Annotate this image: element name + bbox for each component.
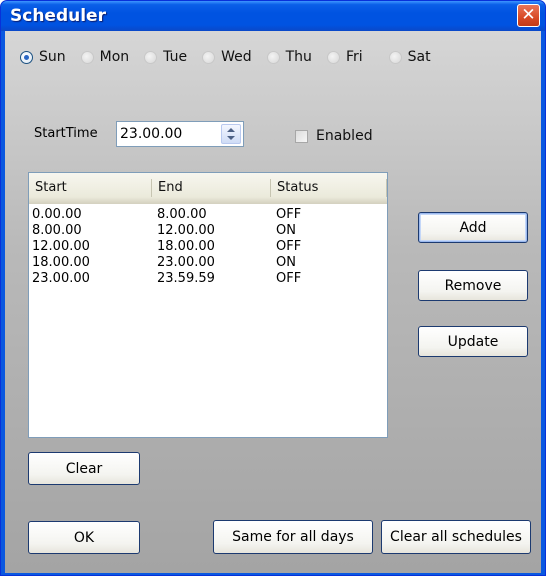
cell-end: 23.00.00: [157, 255, 215, 270]
add-button[interactable]: Add: [418, 212, 528, 243]
cell-end: 23.59.59: [157, 271, 215, 286]
enabled-checkbox[interactable]: Enabled: [295, 128, 373, 144]
radio-sun-label: Sun: [39, 49, 66, 65]
close-icon: ✕: [521, 5, 536, 25]
start-time-input[interactable]: [120, 125, 216, 143]
cell-end: 12.00.00: [157, 223, 215, 238]
table-row[interactable]: 23.00.00 23.59.59 OFF: [29, 271, 387, 287]
title-bar[interactable]: Scheduler ✕: [1, 1, 545, 31]
list-body: 0.00.00 8.00.00 OFF 8.00.00 12.00.00 ON …: [29, 207, 387, 287]
radio-wed-label: Wed: [221, 49, 252, 65]
radio-fri[interactable]: Fri: [326, 49, 363, 65]
close-button[interactable]: ✕: [517, 4, 540, 27]
same-for-all-days-button[interactable]: Same for all days: [213, 520, 373, 554]
update-button[interactable]: Update: [418, 326, 528, 357]
ok-button[interactable]: OK: [28, 521, 140, 554]
cell-end: 18.00.00: [157, 239, 215, 254]
enabled-label: Enabled: [316, 128, 373, 144]
column-start[interactable]: Start: [29, 173, 152, 203]
time-spinner[interactable]: [221, 124, 241, 144]
cell-start: 0.00.00: [32, 207, 82, 222]
radio-thu[interactable]: Thu: [266, 49, 312, 65]
remove-button[interactable]: Remove: [418, 270, 528, 301]
radio-tue-label: Tue: [163, 49, 188, 65]
clear-all-schedules-button[interactable]: Clear all schedules: [381, 520, 531, 554]
table-row[interactable]: 12.00.00 18.00.00 OFF: [29, 239, 387, 255]
spin-down-icon[interactable]: [227, 136, 235, 140]
radio-sat[interactable]: Sat: [388, 49, 431, 65]
radio-tue[interactable]: Tue: [144, 49, 187, 65]
radio-sat-button[interactable]: [388, 50, 402, 64]
cell-status: OFF: [276, 207, 302, 222]
radio-sun[interactable]: Sun: [20, 49, 66, 65]
radio-thu-button[interactable]: [266, 50, 280, 64]
cell-start: 18.00.00: [32, 255, 90, 270]
start-time-label: StartTime: [34, 126, 98, 141]
cell-end: 8.00.00: [157, 207, 207, 222]
table-row[interactable]: 8.00.00 12.00.00 ON: [29, 223, 387, 239]
radio-tue-button[interactable]: [144, 50, 158, 64]
radio-wed[interactable]: Wed: [202, 49, 252, 65]
day-radio-group: Sun Mon Tue Wed Thu Fri Sat: [20, 47, 446, 67]
cell-start: 8.00.00: [32, 223, 82, 238]
cell-status: OFF: [276, 239, 302, 254]
radio-fri-button[interactable]: [326, 50, 340, 64]
radio-wed-button[interactable]: [202, 50, 216, 64]
radio-mon-label: Mon: [99, 49, 130, 65]
cell-status: ON: [276, 223, 296, 238]
cell-start: 12.00.00: [32, 239, 90, 254]
column-status[interactable]: Status: [271, 173, 387, 203]
start-time-picker[interactable]: [116, 121, 244, 147]
table-row[interactable]: 0.00.00 8.00.00 OFF: [29, 207, 387, 223]
window-title: Scheduler: [10, 6, 106, 26]
radio-mon-button[interactable]: [80, 50, 94, 64]
column-end[interactable]: End: [152, 173, 271, 203]
list-header: Start End Status: [29, 173, 387, 204]
spin-up-icon[interactable]: [227, 128, 235, 132]
cell-status: OFF: [276, 271, 302, 286]
radio-mon[interactable]: Mon: [80, 49, 130, 65]
cell-start: 23.00.00: [32, 271, 90, 286]
schedule-list[interactable]: Start End Status 0.00.00 8.00.00 OFF 8.0…: [28, 172, 388, 438]
cell-status: ON: [276, 255, 296, 270]
clear-button[interactable]: Clear: [28, 452, 140, 485]
radio-sat-label: Sat: [407, 49, 431, 65]
radio-thu-label: Thu: [285, 49, 312, 65]
table-row[interactable]: 18.00.00 23.00.00 ON: [29, 255, 387, 271]
enabled-checkbox-box[interactable]: [295, 129, 308, 143]
radio-fri-label: Fri: [345, 49, 363, 65]
radio-sun-button[interactable]: [20, 50, 33, 64]
